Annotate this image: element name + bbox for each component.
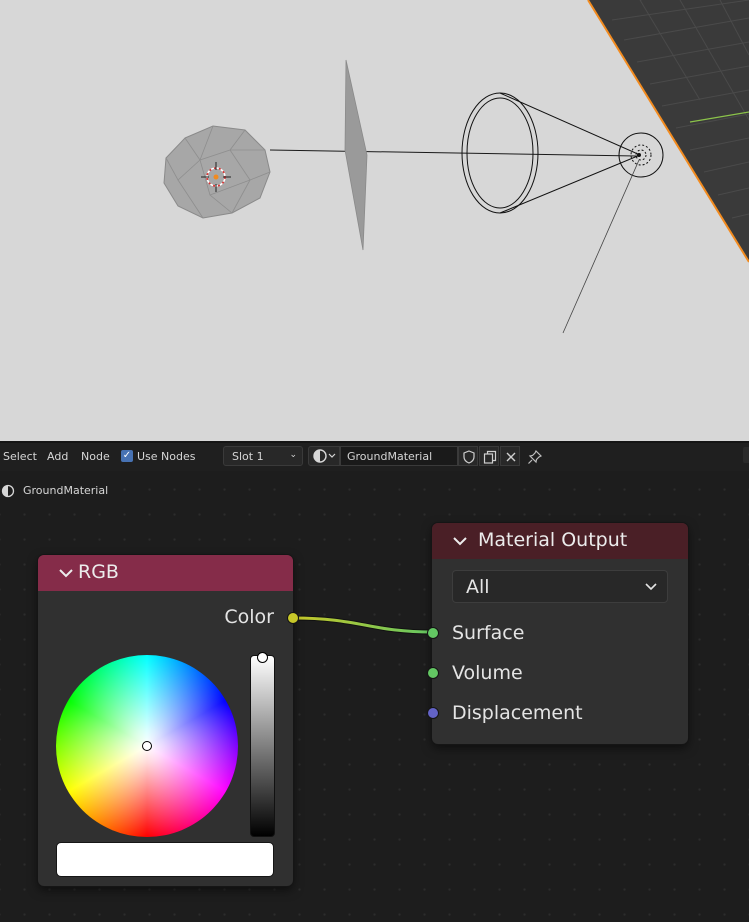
use-nodes-label: Use Nodes	[137, 450, 196, 463]
material-name-field[interactable]: GroundMaterial	[340, 446, 458, 466]
value-slider-handle[interactable]	[257, 652, 268, 663]
displacement-input-label: Displacement	[452, 702, 583, 724]
menu-select[interactable]: Select	[3, 450, 37, 464]
spot-light-object	[461, 92, 664, 334]
target-value: All	[466, 576, 490, 598]
value-slider[interactable]	[250, 655, 275, 837]
plane-object	[344, 59, 368, 251]
material-output-node-header[interactable]: Material Output	[432, 523, 688, 559]
rgb-node-header[interactable]: RGB	[38, 555, 293, 591]
volume-input-label: Volume	[452, 662, 523, 684]
new-material-button[interactable]	[479, 446, 499, 466]
3d-viewport[interactable]	[0, 0, 749, 441]
color-output-label: Color	[224, 606, 274, 628]
duplicate-icon	[483, 450, 497, 464]
slot-value: Slot 1	[232, 450, 264, 463]
browse-material-button[interactable]	[308, 446, 340, 466]
color-swatch[interactable]	[56, 842, 274, 877]
rgb-node[interactable]: RGB Color	[38, 555, 299, 886]
shield-icon	[463, 450, 475, 464]
collapse-chevron-icon[interactable]	[58, 567, 74, 579]
surface-input-label: Surface	[452, 622, 525, 644]
direction-line	[269, 149, 639, 157]
region-toggle-handle[interactable]	[743, 447, 749, 463]
color-output-socket[interactable]	[287, 612, 299, 624]
rgb-node-title: RGB	[78, 561, 119, 583]
fake-user-button[interactable]	[458, 446, 478, 466]
material-output-title: Material Output	[478, 529, 628, 551]
chevron-down-icon	[645, 583, 657, 591]
unlink-material-button[interactable]	[500, 446, 520, 466]
surface-input-socket[interactable]	[427, 627, 439, 639]
chevron-down-icon: ⌄	[289, 450, 297, 460]
volume-input-socket[interactable]	[427, 667, 439, 679]
collapse-chevron-icon[interactable]	[452, 535, 468, 547]
node-editor-header: Select Add Node ✓ Use Nodes Slot 1 ⌄ Gro…	[0, 443, 749, 471]
use-nodes-checkbox[interactable]: ✓	[121, 450, 133, 462]
icosphere-object	[163, 125, 271, 219]
close-icon	[506, 452, 516, 462]
pin-icon[interactable]	[527, 449, 543, 465]
material-output-node[interactable]: Material Output All Surface Volume Displ…	[427, 523, 688, 744]
menu-add[interactable]: Add	[47, 450, 68, 464]
color-wheel-cursor[interactable]	[142, 741, 152, 751]
material-sphere-icon	[313, 449, 336, 463]
material-name: GroundMaterial	[347, 450, 433, 463]
viewport-scene	[163, 0, 749, 334]
slot-dropdown[interactable]: Slot 1 ⌄	[223, 446, 303, 466]
menu-node[interactable]: Node	[81, 450, 110, 464]
target-dropdown[interactable]: All	[452, 570, 668, 603]
displacement-input-socket[interactable]	[427, 707, 439, 719]
